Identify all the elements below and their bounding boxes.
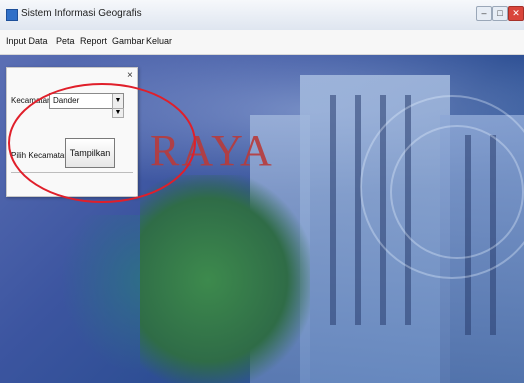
building-window-strip — [330, 95, 336, 325]
building-window-strip — [355, 95, 361, 325]
menu-item-report[interactable]: Report — [80, 36, 107, 46]
menu-item-input-data[interactable]: Input Data — [6, 36, 48, 46]
background-map-shape — [140, 175, 310, 383]
red-highlight-ellipse — [8, 83, 196, 203]
menu-bar: Input Data Peta Report Gambar Keluar — [0, 30, 524, 55]
menu-item-gambar[interactable]: Gambar — [112, 36, 145, 46]
minimize-button[interactable]: – — [476, 6, 492, 21]
app-icon — [6, 9, 18, 21]
title-bar: Sistem Informasi Geografis – □ ✕ — [0, 0, 524, 31]
maximize-button[interactable]: □ — [492, 6, 508, 21]
close-button[interactable]: ✕ — [508, 6, 524, 21]
window-title: Sistem Informasi Geografis — [21, 8, 142, 19]
menu-item-keluar[interactable]: Keluar — [146, 36, 172, 46]
panel-close-icon[interactable]: × — [127, 70, 133, 81]
menu-item-peta[interactable]: Peta — [56, 36, 75, 46]
background-arc — [390, 125, 524, 259]
